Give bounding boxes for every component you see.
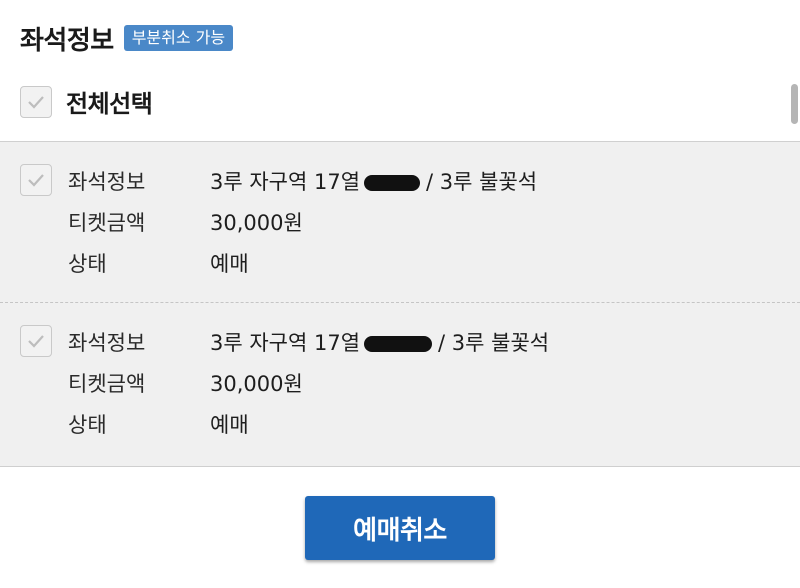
price-label: 티켓금액 [68,211,146,235]
cancel-reservation-button[interactable]: 예매취소 [305,496,495,560]
scrollbar[interactable] [791,84,798,124]
price-value: 30,000원 [210,372,303,396]
header: 좌석정보 부분취소 가능 [20,22,234,56]
status-row: 상태 예매 [68,248,249,278]
status-value: 예매 [210,252,249,276]
redaction-mark [364,175,421,191]
select-all-row[interactable]: 전체선택 [20,84,153,119]
check-icon [28,335,44,348]
price-value: 30,000원 [210,211,303,235]
seat-info-value: 3루 자구역 17열 / 3루 불꽃석 [210,327,549,357]
status-value: 예매 [210,413,249,437]
price-row: 티켓금액 30,000원 [68,368,303,398]
partial-cancel-badge: 부분취소 가능 [123,25,234,51]
seat-info-row: 좌석정보 3루 자구역 17열 / 3루 불꽃석 [68,327,549,357]
status-label: 상태 [68,252,107,276]
select-all-label: 전체선택 [66,90,153,118]
status-label: 상태 [68,413,107,437]
ticket-item: 좌석정보 3루 자구역 17열 / 3루 불꽃석 티켓금액 30,000원 상태 … [0,142,800,302]
ticket-list: 좌석정보 3루 자구역 17열 / 3루 불꽃석 티켓금액 30,000원 상태 … [0,141,800,467]
seat-info-value: 3루 자구역 17열 / 3루 불꽃석 [210,166,537,196]
seat-info-row: 좌석정보 3루 자구역 17열 / 3루 불꽃석 [68,166,537,196]
check-icon [28,174,44,187]
seat-suffix: / 3루 불꽃석 [426,170,538,194]
seat-prefix: 3루 자구역 17열 [210,170,361,194]
seat-suffix: / 3루 불꽃석 [438,331,550,355]
seat-info-label: 좌석정보 [68,170,146,194]
price-row: 티켓금액 30,000원 [68,207,303,237]
price-label: 티켓금액 [68,372,146,396]
check-icon [28,95,44,109]
page-title: 좌석정보 [20,25,114,56]
ticket-item: 좌석정보 3루 자구역 17열 / 3루 불꽃석 티켓금액 30,000원 상태 … [0,302,800,463]
seat-info-label: 좌석정보 [68,331,146,355]
ticket-checkbox[interactable] [20,325,52,357]
seat-prefix: 3루 자구역 17열 [210,331,361,355]
status-row: 상태 예매 [68,409,249,439]
ticket-checkbox[interactable] [20,164,52,196]
redaction-mark [364,336,433,352]
select-all-checkbox[interactable] [20,85,52,118]
